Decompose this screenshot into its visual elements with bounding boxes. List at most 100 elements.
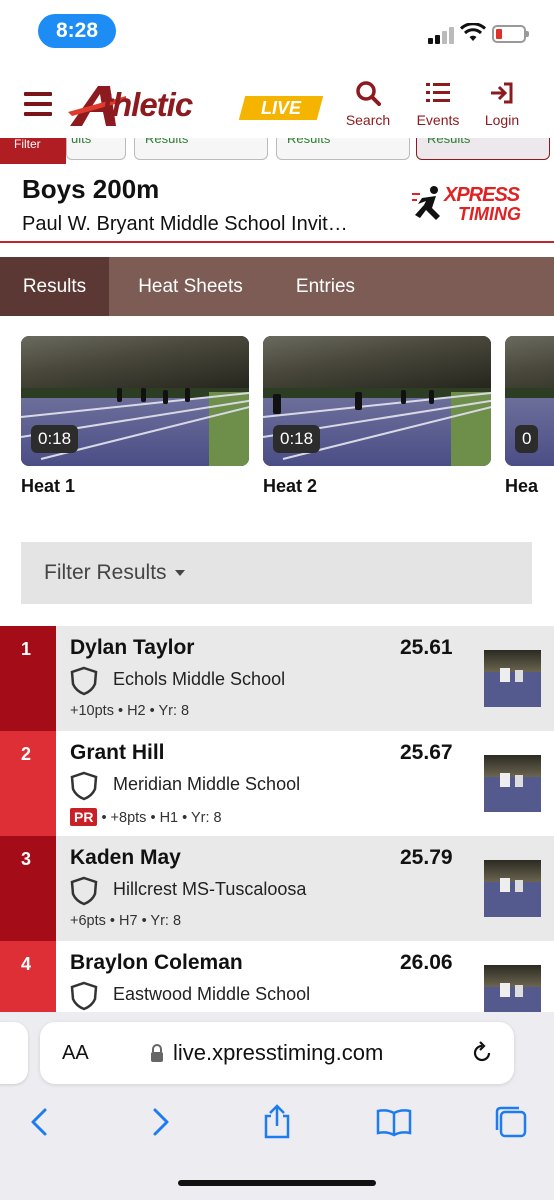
site-header: thletic LIVE Search Events Login [0, 62, 554, 142]
result-details: +6pts • H7 • Yr: 8 [70, 913, 181, 929]
result-row[interactable]: 3 Kaden May 25.79 Hillcrest MS-Tuscaloos… [0, 836, 554, 941]
events-list-icon [426, 83, 450, 102]
results-pill-active[interactable]: Results [416, 138, 550, 160]
result-video-thumbnail[interactable] [484, 650, 541, 707]
results-pill[interactable]: ults [66, 138, 126, 160]
logo-live-text: LIVE [260, 98, 301, 118]
result-video-thumbnail[interactable] [484, 755, 541, 812]
event-tabs: Results Heat Sheets Entries [0, 257, 554, 316]
logo-live-badge: LIVE [238, 96, 324, 120]
details-text: +10pts • H2 • Yr: 8 [70, 703, 190, 719]
address-bar[interactable]: AA live.xpresstiming.com [40, 1022, 514, 1084]
reload-icon[interactable] [470, 1041, 494, 1065]
place-number: 3 [0, 836, 56, 941]
bookmarks-icon[interactable] [376, 1104, 412, 1140]
events-label: Events [416, 112, 460, 128]
results-pill-label: Results [287, 138, 331, 146]
login-label: Login [484, 112, 520, 128]
search-icon [356, 81, 381, 106]
pr-badge: PR [70, 808, 98, 826]
video-card[interactable]: 0:18 Heat 1 [21, 336, 249, 497]
back-icon[interactable] [22, 1104, 58, 1140]
divider [0, 241, 554, 243]
athlete-name[interactable]: Dylan Taylor [70, 636, 194, 660]
tab-entries[interactable]: Entries [278, 257, 373, 316]
details-text: +6pts • H7 • Yr: 8 [70, 913, 182, 929]
video-title[interactable]: Heat 2 [263, 476, 491, 497]
results-pill[interactable]: Results [134, 138, 268, 160]
details-text: • +8pts • H1 • Yr: 8 [101, 810, 222, 826]
login-button[interactable]: Login [471, 80, 533, 128]
tab-heat-sheets[interactable]: Heat Sheets [118, 257, 263, 316]
status-time: 8:28 [38, 14, 116, 48]
video-thumbnail[interactable]: 0:18 [21, 336, 249, 466]
shield-icon [70, 981, 98, 1011]
athlete-name[interactable]: Grant Hill [70, 741, 165, 765]
school-name[interactable]: Echols Middle School [113, 669, 285, 690]
login-icon [491, 82, 513, 104]
results-pill-label: Results [145, 138, 189, 146]
subnav-strip: Filter ults Results Results Results [0, 138, 554, 164]
filter-tab-label: Filter [14, 138, 41, 151]
cellular-signal-icon [428, 26, 456, 44]
url-text[interactable]: live.xpresstiming.com [173, 1022, 383, 1084]
school-name[interactable]: Eastwood Middle School [113, 984, 310, 1005]
athlete-name[interactable]: Braylon Coleman [70, 951, 243, 975]
place-number: 1 [0, 626, 56, 731]
result-row[interactable]: 2 Grant Hill 25.67 Meridian Middle Schoo… [0, 731, 554, 836]
school-name[interactable]: Meridian Middle School [113, 774, 300, 795]
events-button[interactable]: Events [407, 80, 469, 128]
search-label: Search [345, 112, 391, 128]
home-indicator [178, 1180, 376, 1186]
result-details: +10pts • H2 • Yr: 8 [70, 703, 189, 719]
browser-chrome: AA live.xpresstiming.com [0, 1012, 554, 1200]
filter-tab[interactable]: Filter [0, 138, 66, 164]
xpress-logo-bottom: TIMING [458, 204, 521, 224]
heat-videos: 0:18 Heat 1 0:18 Heat 2 0 Hea [0, 336, 554, 506]
results-pill[interactable]: Results [276, 138, 410, 160]
shield-icon [70, 876, 98, 906]
athletic-live-logo[interactable]: thletic LIVE [68, 80, 324, 130]
results-pill-label: Results [427, 138, 471, 146]
video-duration: 0:18 [273, 425, 321, 453]
video-title[interactable]: Heat 1 [21, 476, 249, 497]
video-thumbnail[interactable]: 0 [505, 336, 554, 466]
shield-icon [70, 771, 98, 801]
wifi-icon [460, 23, 486, 41]
filter-results-dropdown[interactable]: Filter Results [21, 542, 532, 604]
text-size-button[interactable]: AA [62, 1022, 89, 1084]
video-card[interactable]: 0:18 Heat 2 [263, 336, 491, 497]
share-icon[interactable] [259, 1104, 295, 1140]
video-thumbnail[interactable]: 0:18 [263, 336, 491, 466]
shield-icon [70, 666, 98, 696]
previous-tab-card[interactable] [0, 1022, 28, 1084]
event-title: Boys 200m [22, 174, 160, 204]
results-pill-label: ults [71, 138, 92, 146]
result-mark: 25.79 [400, 846, 453, 869]
forward-icon[interactable] [142, 1104, 178, 1140]
result-video-thumbnail[interactable] [484, 860, 541, 917]
menu-icon[interactable] [24, 92, 52, 116]
athlete-name[interactable]: Kaden May [70, 846, 181, 870]
event-header: Boys 200m Paul W. Bryant Middle School I… [0, 166, 554, 244]
tabs-icon[interactable] [493, 1104, 529, 1140]
video-duration: 0 [515, 425, 539, 453]
result-mark: 26.06 [400, 951, 453, 974]
video-duration: 0:18 [31, 425, 79, 453]
tab-results[interactable]: Results [0, 257, 109, 316]
filter-results-label: Filter Results [44, 561, 167, 584]
school-name[interactable]: Hillcrest MS-Tuscaloosa [113, 879, 306, 900]
status-bar: 8:28 [0, 0, 554, 62]
search-button[interactable]: Search [337, 80, 399, 128]
video-card[interactable]: 0 Hea [505, 336, 554, 497]
xpress-timing-logo[interactable]: XPRESS TIMING [412, 182, 530, 228]
video-title[interactable]: Hea [505, 476, 554, 497]
result-mark: 25.67 [400, 741, 453, 764]
runner-icon [412, 186, 440, 220]
lock-icon [151, 1044, 163, 1062]
result-details: PR • +8pts • H1 • Yr: 8 [70, 808, 222, 826]
battery-icon [492, 25, 529, 43]
result-row[interactable]: 1 Dylan Taylor 25.61 Echols Middle Schoo… [0, 626, 554, 731]
caret-down-icon [174, 570, 185, 577]
logo-text: thletic [102, 86, 193, 123]
